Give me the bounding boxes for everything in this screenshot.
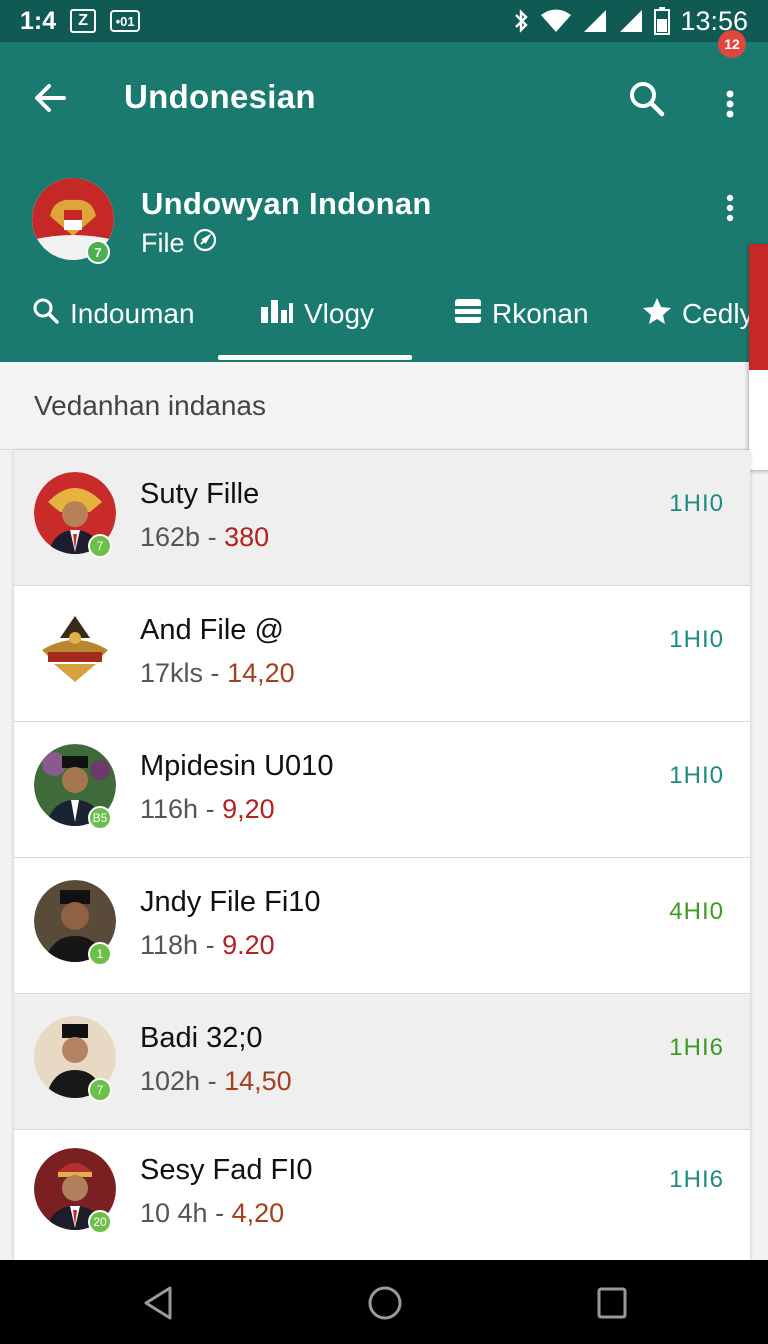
item-value: 14,50	[224, 1066, 292, 1096]
item-meta: 116h - 9,20	[140, 794, 275, 825]
signal-icon	[618, 8, 644, 34]
item-name: Suty Fille	[140, 478, 260, 510]
search-icon	[32, 297, 60, 332]
item-time: 1HI6	[669, 1034, 724, 1061]
wifi-icon	[540, 8, 572, 34]
system-nav-bar	[0, 1260, 768, 1344]
item-separator: -	[205, 794, 215, 824]
item-value: 4,20	[231, 1198, 285, 1228]
section-header: Vedanhan indanas	[0, 362, 768, 450]
item-meta: 10 4h - 4,20	[140, 1198, 284, 1229]
tab-label: Rkonan	[492, 298, 589, 329]
avatar-badge: 1	[88, 942, 112, 966]
item-value: 9,20	[222, 794, 275, 824]
nav-back-icon[interactable]	[140, 1284, 176, 1327]
item-separator: -	[205, 930, 215, 960]
status-bar: 1:4 Z •01 13:56	[0, 0, 768, 42]
avatar-badge: 7	[88, 1078, 112, 1102]
profile-header: 7 Undowyan Indonan File Indouman Vlogy R…	[0, 154, 768, 362]
item-name: And File @	[140, 614, 284, 646]
item-value: 9.20	[222, 930, 275, 960]
tab-rkonan[interactable]: Rkonan	[424, 284, 630, 344]
file-list: 7 Suty Fille 162b - 380 1HI0 And File @ …	[14, 450, 750, 1260]
battery-icon	[654, 7, 671, 35]
app-bar: Undonesian	[0, 42, 768, 154]
item-meta: 162b - 380	[140, 522, 269, 553]
item-size: 116h	[140, 794, 199, 824]
star-icon	[642, 297, 672, 332]
item-separator: -	[215, 1198, 225, 1228]
item-size: 102h	[140, 1066, 201, 1096]
item-separator: -	[207, 1066, 217, 1096]
more-vert-icon[interactable]	[722, 76, 738, 125]
item-meta: 118h - 9.20	[140, 930, 275, 961]
item-name: Jndy File Fi10	[140, 886, 321, 918]
avatar-badge: B5	[88, 806, 112, 830]
tab-label: Cedly	[682, 298, 754, 329]
list-icon	[454, 297, 482, 332]
nav-home-icon[interactable]	[366, 1284, 404, 1327]
tab-indouman[interactable]: Indouman	[0, 284, 218, 344]
notification-sim-icon: •01	[110, 10, 141, 32]
item-meta: 17kls - 14,20	[140, 658, 295, 689]
back-arrow-icon[interactable]	[30, 78, 70, 123]
profile-subtitle-label: File	[141, 228, 185, 258]
avatar-badge: 7	[88, 534, 112, 558]
chart-icon	[260, 297, 294, 332]
nav-recents-icon[interactable]	[594, 1284, 630, 1327]
tab-bar: Indouman Vlogy Rkonan Cedly	[0, 284, 768, 362]
item-name: Mpidesin U010	[140, 750, 334, 782]
notification-box-icon: Z	[70, 9, 97, 33]
item-time: 1HI0	[669, 626, 724, 653]
item-time: 1HI0	[669, 762, 724, 789]
search-icon[interactable]	[628, 80, 666, 123]
avatar-badge: 7	[86, 240, 110, 264]
tab-cedly[interactable]: Cedly	[630, 284, 768, 344]
list-item[interactable]: B5 Mpidesin U010 116h - 9,20 1HI0	[14, 722, 750, 858]
item-size: 162b	[140, 522, 201, 552]
list-item[interactable]: And File @ 17kls - 14,20 1HI0	[14, 586, 750, 722]
profile-subtitle: File	[141, 228, 217, 259]
item-time: 1HI0	[669, 490, 724, 517]
status-time-left: 1:4	[20, 6, 57, 35]
signal-icon	[582, 8, 608, 34]
list-item[interactable]: 20 Sesy Fad FI0 10 4h - 4,20 1HI6	[14, 1126, 750, 1260]
avatar-badge: 20	[88, 1210, 112, 1234]
verified-icon	[193, 228, 217, 259]
bluetooth-icon	[512, 8, 530, 34]
item-meta: 102h - 14,50	[140, 1066, 292, 1097]
item-size: 118h	[140, 930, 199, 960]
list-item[interactable]: 7 Suty Fille 162b - 380 1HI0	[14, 450, 750, 586]
item-size: 17kls	[140, 658, 204, 688]
tab-label: Indouman	[70, 298, 195, 329]
emblem-avatar	[34, 608, 116, 690]
item-value: 380	[224, 522, 270, 552]
item-time: 1HI6	[669, 1166, 724, 1193]
page-title: Undonesian	[124, 78, 316, 115]
item-name: Badi 32;0	[140, 1022, 263, 1054]
side-drawer-peek[interactable]	[749, 244, 768, 470]
item-separator: -	[207, 522, 217, 552]
tab-vlogy[interactable]: Vlogy	[218, 284, 424, 360]
item-size: 10 4h	[140, 1198, 208, 1228]
item-value: 14,20	[227, 658, 295, 688]
profile-more-icon[interactable]	[724, 194, 736, 227]
tab-label: Vlogy	[304, 298, 375, 329]
item-name: Sesy Fad FI0	[140, 1154, 313, 1186]
list-item[interactable]: 1 Jndy File Fi10 118h - 9.20 4HI0	[14, 858, 750, 994]
side-drawer-accent	[749, 244, 768, 370]
profile-name: Undowyan Indonan	[141, 186, 432, 221]
item-time: 4HI0	[669, 898, 724, 925]
list-item[interactable]: 7 Badi 32;0 102h - 14,50 1HI6	[14, 994, 750, 1130]
item-separator: -	[210, 658, 220, 688]
notification-badge[interactable]: 12	[718, 30, 746, 58]
